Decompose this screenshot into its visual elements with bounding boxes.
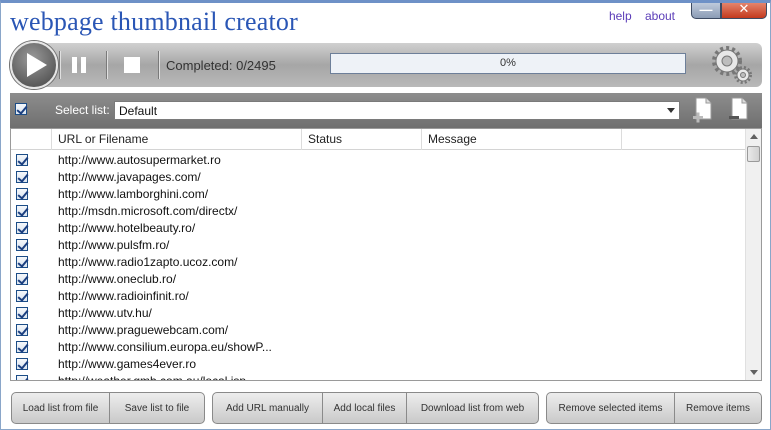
table-row[interactable]: http://www.lamborghini.com/: [11, 185, 746, 202]
row-checkbox[interactable]: [16, 222, 28, 234]
row-url: http://www.games4ever.ro: [58, 357, 197, 371]
list-select-value: Default: [119, 104, 158, 118]
settings-button[interactable]: [709, 43, 753, 87]
toolbar-separator: [158, 51, 159, 79]
url-table: URL or Filename Status Message http://ww…: [10, 128, 762, 381]
app-window: webpage thumbnail creator help about — ✕…: [0, 0, 771, 430]
row-checkbox[interactable]: [16, 239, 28, 251]
pause-icon: [72, 57, 77, 73]
table-row[interactable]: http://weather.gmb.com.au/local.jsp: [11, 372, 746, 381]
table-row[interactable]: http://www.radio1zapto.ucoz.com/: [11, 253, 746, 270]
scroll-down-icon[interactable]: [750, 370, 758, 375]
row-checkbox[interactable]: [16, 188, 28, 200]
select-list-label: Select list:: [55, 103, 110, 117]
bottom-action-bar: Load list from file Save list to file Ad…: [1, 383, 770, 429]
row-checkbox[interactable]: [16, 341, 28, 353]
row-checkbox[interactable]: [16, 273, 28, 285]
remove-selected-button[interactable]: Remove selected items: [547, 393, 675, 423]
row-checkbox[interactable]: [16, 256, 28, 268]
row-url: http://www.oneclub.ro/: [58, 272, 177, 286]
add-document-icon: [693, 97, 712, 123]
row-checkbox[interactable]: [16, 358, 28, 370]
gear-icon: [712, 46, 752, 84]
column-header-url[interactable]: URL or Filename: [52, 129, 302, 150]
table-row[interactable]: http://www.oneclub.ro/: [11, 270, 746, 287]
remove-button-group: Remove selected items Remove items: [546, 392, 762, 424]
top-links: help about: [599, 9, 675, 23]
table-row[interactable]: http://www.pulsfm.ro/: [11, 236, 746, 253]
row-url: http://www.hotelbeauty.ro/: [58, 221, 196, 235]
row-url: http://msdn.microsoft.com/directx/: [58, 204, 238, 218]
row-checkbox[interactable]: [16, 375, 28, 380]
row-checkbox[interactable]: [16, 205, 28, 217]
table-header: URL or Filename Status Message: [11, 129, 746, 150]
pause-icon: [81, 57, 86, 73]
row-url: http://www.consilium.europa.eu/showP...: [58, 340, 272, 354]
progress-text: 0%: [500, 57, 516, 69]
load-list-button[interactable]: Load list from file: [12, 393, 110, 423]
row-url: http://weather.gmb.com.au/local.jsp: [58, 374, 247, 381]
download-list-button[interactable]: Download list from web: [407, 393, 538, 423]
help-link[interactable]: help: [609, 9, 632, 23]
about-link[interactable]: about: [645, 9, 675, 23]
row-url: http://www.radioinfinit.ro/: [58, 289, 189, 303]
table-row[interactable]: http://www.autosupermarket.ro: [11, 151, 746, 168]
row-checkbox[interactable]: [16, 154, 28, 166]
row-url: http://www.radio1zapto.ucoz.com/: [58, 255, 238, 269]
column-header-status[interactable]: Status: [302, 129, 422, 150]
row-url: http://www.pulsfm.ro/: [58, 238, 170, 252]
chevron-down-icon: [667, 108, 675, 113]
table-row[interactable]: http://www.javapages.com/: [11, 168, 746, 185]
table-row[interactable]: http://www.hotelbeauty.ro/: [11, 219, 746, 236]
table-row[interactable]: http://msdn.microsoft.com/directx/: [11, 202, 746, 219]
select-all-checkbox[interactable]: [15, 103, 27, 115]
completed-status: Completed: 0/2495: [166, 58, 276, 73]
row-checkbox[interactable]: [16, 324, 28, 336]
row-checkbox[interactable]: [16, 290, 28, 302]
remove-list-button[interactable]: [728, 97, 750, 123]
vertical-scrollbar[interactable]: [745, 129, 761, 380]
add-list-button[interactable]: [692, 97, 714, 123]
row-url: http://www.javapages.com/: [58, 170, 201, 184]
remove-items-button[interactable]: Remove items: [675, 393, 761, 423]
header-checkbox-column: [11, 129, 52, 150]
minimize-button[interactable]: —: [691, 1, 721, 19]
window-controls: — ✕: [691, 1, 767, 19]
pause-button[interactable]: [72, 57, 90, 73]
row-url: http://www.lamborghini.com/: [58, 187, 209, 201]
column-header-message[interactable]: Message: [422, 129, 622, 150]
table-row[interactable]: http://www.praguewebcam.com/: [11, 321, 746, 338]
app-title: webpage thumbnail creator: [10, 7, 298, 36]
add-url-button[interactable]: Add URL manually: [213, 393, 323, 423]
row-checkbox[interactable]: [16, 307, 28, 319]
save-list-button[interactable]: Save list to file: [110, 393, 204, 423]
stop-button[interactable]: [124, 57, 140, 73]
toolbar-separator: [106, 51, 107, 79]
row-checkbox[interactable]: [16, 171, 28, 183]
add-local-files-button[interactable]: Add local files: [323, 393, 407, 423]
list-select-dropdown[interactable]: Default: [114, 101, 680, 120]
table-row[interactable]: http://www.consilium.europa.eu/showP...: [11, 338, 746, 355]
add-button-group: Add URL manually Add local files Downloa…: [212, 392, 539, 424]
remove-document-icon: [729, 97, 748, 120]
close-icon: ✕: [738, 1, 750, 16]
row-url: http://www.autosupermarket.ro: [58, 153, 221, 167]
playback-toolbar: Completed: 0/2495 0%: [10, 41, 762, 89]
minimize-icon: —: [699, 1, 713, 17]
list-select-bar: Select list: Default: [10, 93, 762, 128]
play-icon: [26, 53, 47, 77]
progress-bar: 0%: [330, 53, 686, 74]
table-row[interactable]: http://www.utv.hu/: [11, 304, 746, 321]
file-button-group: Load list from file Save list to file: [11, 392, 205, 424]
close-button[interactable]: ✕: [721, 1, 767, 19]
play-button[interactable]: [10, 41, 58, 89]
row-url: http://www.praguewebcam.com/: [58, 323, 229, 337]
table-body: http://www.autosupermarket.ro http://www.…: [11, 151, 746, 381]
row-url: http://www.utv.hu/: [58, 306, 152, 320]
table-row[interactable]: http://www.radioinfinit.ro/: [11, 287, 746, 304]
table-row[interactable]: http://www.games4ever.ro: [11, 355, 746, 372]
scroll-up-icon[interactable]: [750, 134, 758, 139]
scroll-thumb[interactable]: [747, 146, 760, 162]
toolbar-separator: [59, 51, 60, 79]
